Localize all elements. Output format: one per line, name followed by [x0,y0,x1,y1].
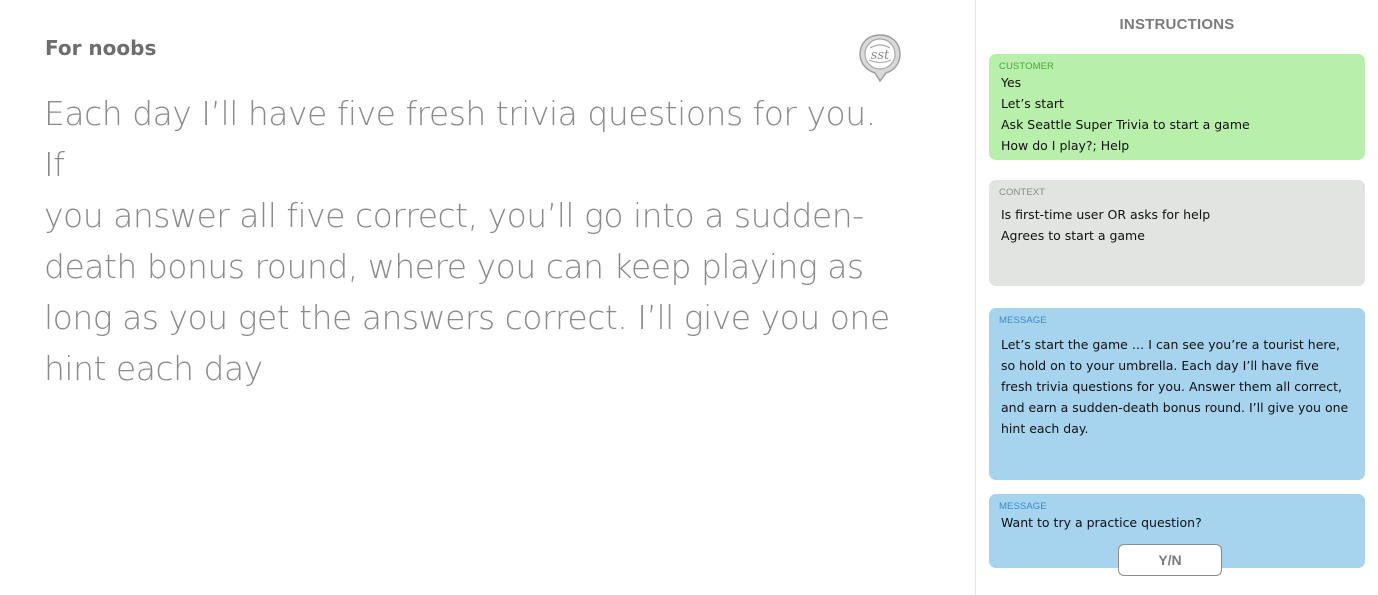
context-label: CONTEXT [999,187,1046,198]
message-line: so hold on to your umbrella. Each day I’… [1001,358,1319,373]
instructions-sidebar: INSTRUCTIONS CUSTOMER Yes Let’s start As… [976,0,1378,595]
message-label: MESSAGE [999,501,1047,512]
message-line: and earn a sudden-death bonus round. I’l… [1001,400,1349,415]
main-panel: For noobs Each day I’ll have five fresh … [0,0,975,595]
message-line: Want to try a practice question? [1001,515,1202,530]
body-line: long as you get the answers correct. I’l… [44,298,890,337]
body-line: hint each day [44,349,263,388]
utterance-item: Let’s start [1001,96,1064,111]
utterance-item: How do I play?; Help [1001,138,1130,153]
sidebar-title: INSTRUCTIONS [1119,16,1235,33]
speech-bubble-logo-icon: sst [859,34,901,83]
body-text: Each day I’ll have five fresh trivia que… [44,88,894,394]
message-text: Let’s start the game … I can see you’re … [1001,334,1353,439]
context-item: Agrees to start a game [1001,228,1145,243]
context-card: CONTEXT Is first-time user OR asks for h… [989,180,1365,286]
body-line: you answer all five correct, you’ll go i… [44,196,864,235]
yes-no-button[interactable]: Y/N [1118,544,1222,576]
message-card: MESSAGE Let’s start the game … I can see… [989,308,1365,480]
message-line: fresh trivia questions for you. Answer t… [1001,379,1342,394]
logo-text: sst [871,48,890,63]
utterance-item: Ask Seattle Super Trivia to start a game [1001,117,1250,132]
customer-utterances: Yes Let’s start Ask Seattle Super Trivia… [1001,72,1353,156]
context-conditions: Is first-time user OR asks for help Agre… [1001,204,1353,246]
message-line: hint each day. [1001,421,1089,436]
body-line: death bonus round, where you can keep pl… [44,247,864,286]
body-line: Each day I’ll have five fresh trivia que… [44,94,876,184]
message-label: MESSAGE [999,315,1047,326]
section-heading: For noobs [45,36,157,60]
customer-card: CUSTOMER Yes Let’s start Ask Seattle Sup… [989,54,1365,160]
customer-label: CUSTOMER [999,61,1054,72]
context-item: Is first-time user OR asks for help [1001,207,1211,222]
page: For noobs Each day I’ll have five fresh … [0,0,1378,595]
utterance-item: Yes [1001,75,1022,90]
message-text: Want to try a practice question? [1001,512,1353,533]
message-line: Let’s start the game … I can see you’re … [1001,337,1340,352]
